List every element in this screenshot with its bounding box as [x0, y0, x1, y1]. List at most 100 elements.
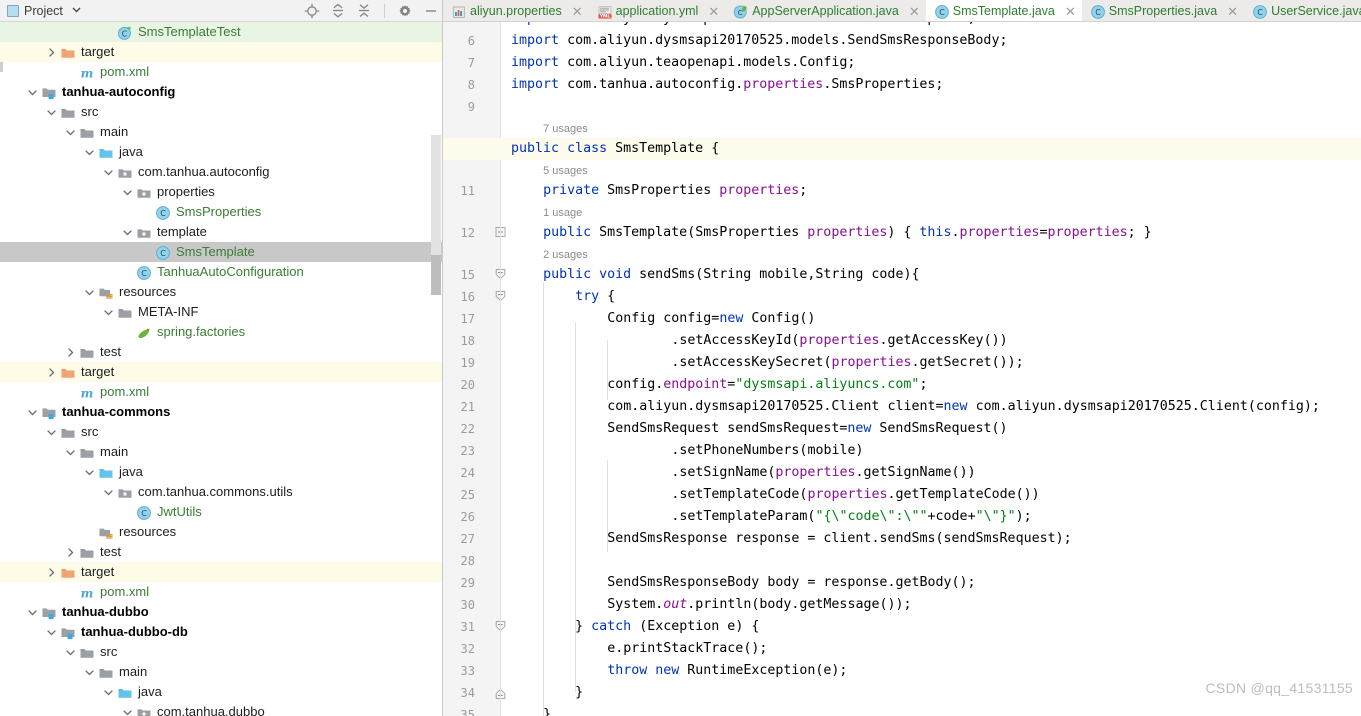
chevron-right-icon[interactable] [64, 546, 77, 559]
chevron-down-icon[interactable] [64, 126, 77, 139]
tree-node-pom-xml[interactable]: m pom.xml [0, 582, 442, 602]
chevron-down-icon[interactable] [64, 446, 77, 459]
tree-node-main[interactable]: main [0, 442, 442, 462]
tree-node-smsproperties[interactable]: C SmsProperties [0, 202, 442, 222]
tree-node-resources[interactable]: resources [0, 522, 442, 542]
tree-node-test[interactable]: test [0, 542, 442, 562]
chevron-down-icon[interactable] [64, 646, 77, 659]
chevron-down-icon[interactable] [45, 426, 58, 439]
project-tree[interactable]: C SmsTemplateTest target m pom.xml tanhua-aut… [0, 22, 442, 716]
code-line[interactable]: import com.aliyun.dysmsapi20170525.model… [511, 22, 975, 30]
tree-node-src[interactable]: src [0, 422, 442, 442]
tree-node-pom-xml[interactable]: m pom.xml [0, 382, 442, 402]
tree-node-spring-factories[interactable]: spring.factories [0, 322, 442, 342]
close-icon[interactable]: ✕ [708, 5, 719, 18]
code-line[interactable]: import com.tanhua.autoconfig.properties.… [511, 74, 943, 96]
tree-node-tanhua-dubbo[interactable]: tanhua-dubbo [0, 602, 442, 622]
code-line[interactable]: .setPhoneNumbers(mobile) [511, 440, 863, 462]
tree-node-tanhuaautoconfiguration[interactable]: C TanhuaAutoConfiguration [0, 262, 442, 282]
tree-node-tanhua-dubbo-db[interactable]: tanhua-dubbo-db [0, 622, 442, 642]
inlay-usage-hint[interactable]: 2 usages [543, 247, 588, 263]
editor-tab-bar[interactable]: aliyun.properties ✕ YML application.yml ✕ C Ap… [443, 0, 1361, 22]
chevron-right-icon[interactable] [45, 566, 58, 579]
chevron-down-icon[interactable] [83, 666, 96, 679]
tree-node-src[interactable]: src [0, 642, 442, 662]
tree-node-com-tanhua-commons-utils[interactable]: com.tanhua.commons.utils [0, 482, 442, 502]
tree-node-com-tanhua-autoconfig[interactable]: com.tanhua.autoconfig [0, 162, 442, 182]
tree-node-target[interactable]: target [0, 562, 442, 582]
editor-tab-application-yml[interactable]: YML application.yml ✕ [589, 0, 726, 21]
close-icon[interactable]: ✕ [1227, 5, 1238, 18]
locate-target-icon[interactable] [304, 3, 320, 19]
project-tree-scrollbar[interactable] [431, 22, 442, 716]
inlay-usage-hint[interactable]: 1 usage [543, 205, 582, 221]
code-line[interactable]: e.printStackTrace(); [511, 638, 767, 660]
code-line[interactable]: config.endpoint="dysmsapi.aliyuncs.com"; [511, 374, 927, 396]
code-line[interactable]: } catch (Exception e) { [511, 616, 759, 638]
code-line[interactable]: import com.aliyun.dysmsapi20170525.model… [511, 30, 1007, 52]
editor-tab-userservice-java[interactable]: CUserService.java✕ [1244, 0, 1361, 21]
code-line[interactable]: import com.aliyun.teaopenapi.models.Conf… [511, 52, 855, 74]
editor-gutter[interactable]: 6789101112151617181920212223242526272829… [443, 22, 506, 716]
chevron-down-icon[interactable] [26, 406, 39, 419]
editor-tab-smstemplate-java[interactable]: C SmsTemplate.java ✕ [925, 0, 1082, 21]
tree-node-main[interactable]: main [0, 662, 442, 682]
code-content[interactable]: import com.aliyun.dysmsapi20170525.model… [443, 22, 1361, 716]
code-line[interactable]: SendSmsResponse response = client.sendSm… [511, 528, 1071, 550]
code-line[interactable]: com.aliyun.dysmsapi20170525.Client clien… [511, 396, 1320, 418]
code-line[interactable]: .setTemplateParam("{\"code\":\""+code+"\… [511, 506, 1031, 528]
code-line[interactable]: public SmsTemplate(SmsProperties propert… [511, 222, 1152, 244]
tree-node-meta-inf[interactable]: META-INF [0, 302, 442, 322]
tree-node-target[interactable]: target [0, 42, 442, 62]
chevron-right-icon[interactable] [45, 46, 58, 59]
chevron-down-icon[interactable] [26, 86, 39, 99]
code-line[interactable]: SendSmsRequest sendSmsRequest=new SendSm… [511, 418, 1007, 440]
code-line[interactable]: .setAccessKeyId(properties.getAccessKey(… [511, 330, 1007, 352]
code-line[interactable]: public void sendSms(String mobile,String… [511, 264, 919, 286]
code-line[interactable]: System.out.println(body.getMessage()); [511, 594, 911, 616]
code-line[interactable]: Config config=new Config() [511, 308, 815, 330]
chevron-down-icon[interactable] [83, 146, 96, 159]
chevron-down-icon[interactable] [26, 606, 39, 619]
close-icon[interactable]: ✕ [1065, 5, 1076, 18]
tree-node-jwtutils[interactable]: C JwtUtils [0, 502, 442, 522]
chevron-down-icon[interactable] [121, 706, 134, 716]
close-icon[interactable]: ✕ [572, 5, 583, 18]
chevron-down-icon[interactable] [83, 286, 96, 299]
tree-node-tanhua-autoconfig[interactable]: tanhua-autoconfig [0, 82, 442, 102]
editor-tab-smsproperties-java[interactable]: C SmsProperties.java ✕ [1082, 0, 1244, 21]
inlay-usage-hint[interactable]: 5 usages [543, 163, 588, 179]
code-editor[interactable]: 6789101112151617181920212223242526272829… [443, 22, 1361, 716]
code-line[interactable]: try { [511, 286, 615, 308]
inlay-usage-hint[interactable]: 7 usages [543, 121, 588, 137]
tree-node-resources[interactable]: resources [0, 282, 442, 302]
tree-node-tanhua-commons[interactable]: tanhua-commons [0, 402, 442, 422]
chevron-right-icon[interactable] [45, 366, 58, 379]
tree-node-properties[interactable]: properties [0, 182, 442, 202]
tree-node-src[interactable]: src [0, 102, 442, 122]
chevron-down-icon[interactable] [71, 2, 82, 20]
expand-all-icon[interactable] [330, 3, 346, 19]
code-line[interactable]: private SmsProperties properties; [511, 180, 807, 202]
chevron-down-icon[interactable] [102, 306, 115, 319]
tree-node-pom-xml[interactable]: m pom.xml [0, 62, 442, 82]
tree-node-smstemplate[interactable]: C SmsTemplate [0, 242, 442, 262]
collapse-all-icon[interactable] [356, 3, 372, 19]
chevron-down-icon[interactable] [121, 226, 134, 239]
tree-node-com-tanhua-dubbo[interactable]: com.tanhua.dubbo [0, 702, 442, 716]
code-line[interactable]: SendSmsResponseBody body = response.getB… [511, 572, 975, 594]
chevron-down-icon[interactable] [102, 686, 115, 699]
editor-tab-appserverapplication-java[interactable]: C AppServerApplication.java ✕ [725, 0, 926, 21]
chevron-down-icon[interactable] [45, 106, 58, 119]
close-icon[interactable]: ✕ [909, 5, 920, 18]
chevron-down-icon[interactable] [45, 626, 58, 639]
code-line[interactable]: } [511, 704, 551, 716]
chevron-down-icon[interactable] [121, 186, 134, 199]
code-line[interactable]: public class SmsTemplate { [511, 138, 719, 160]
tree-node-java[interactable]: java [0, 682, 442, 702]
chevron-down-icon[interactable] [102, 166, 115, 179]
scrollbar-thumb[interactable] [431, 255, 441, 295]
tree-node-target[interactable]: target [0, 362, 442, 382]
tree-node-java[interactable]: java [0, 462, 442, 482]
tree-node-main[interactable]: main [0, 122, 442, 142]
